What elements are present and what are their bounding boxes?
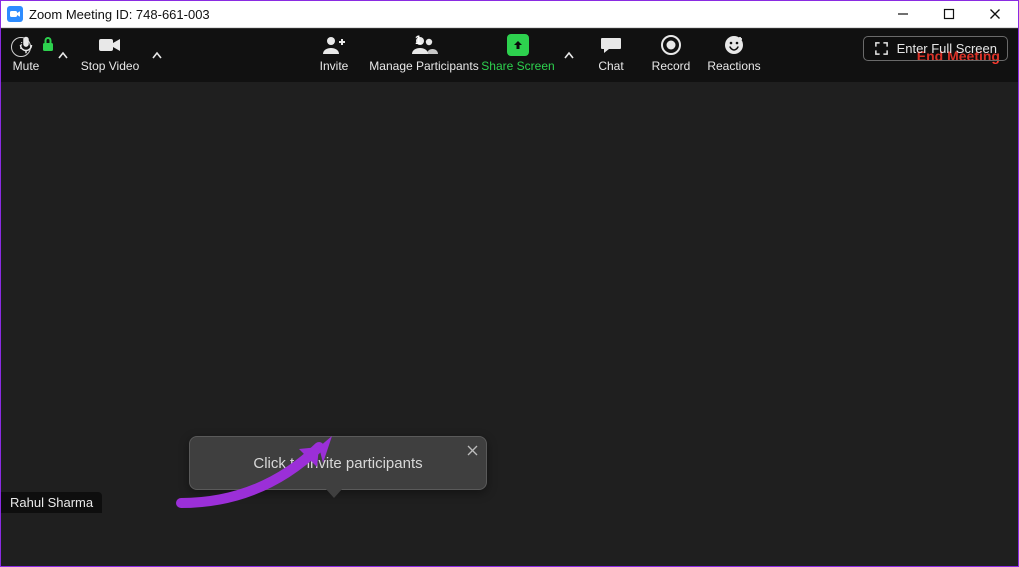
participant-name-chip: Rahul Sharma bbox=[1, 492, 102, 513]
title-bar: Zoom Meeting ID: 748-661-003 bbox=[1, 1, 1018, 28]
stop-video-button[interactable]: Stop Video bbox=[75, 29, 145, 82]
enter-full-screen-button[interactable]: Enter Full Screen bbox=[863, 36, 1008, 61]
manage-participants-button[interactable]: 1 Manage Participants bbox=[369, 29, 479, 82]
close-button[interactable] bbox=[972, 1, 1018, 27]
window-controls bbox=[880, 1, 1018, 27]
share-screen-label: Share Screen bbox=[481, 59, 554, 73]
tooltip-tail bbox=[325, 488, 343, 498]
fullscreen-icon bbox=[874, 41, 889, 56]
reactions-label: Reactions bbox=[707, 59, 760, 73]
participants-icon bbox=[409, 34, 439, 56]
video-options-chevron[interactable] bbox=[145, 29, 169, 82]
invite-button[interactable]: Invite bbox=[299, 29, 369, 82]
record-button[interactable]: Record bbox=[641, 29, 701, 82]
reactions-button[interactable]: Reactions bbox=[701, 29, 767, 82]
manage-participants-label: Manage Participants bbox=[369, 59, 478, 73]
microphone-icon bbox=[15, 34, 37, 56]
maximize-button[interactable] bbox=[926, 1, 972, 27]
participant-name: Rahul Sharma bbox=[10, 495, 93, 510]
chat-icon bbox=[599, 34, 623, 56]
video-camera-icon bbox=[97, 34, 123, 56]
participant-count-badge: 1 bbox=[415, 33, 422, 47]
record-icon bbox=[660, 34, 682, 56]
tooltip-text: Click to invite participants bbox=[253, 455, 422, 472]
chat-label: Chat bbox=[598, 59, 623, 73]
chat-button[interactable]: Chat bbox=[581, 29, 641, 82]
stop-video-label: Stop Video bbox=[81, 59, 140, 73]
invite-label: Invite bbox=[320, 59, 349, 73]
meeting-area: i Enter Full Screen Click to invite part… bbox=[1, 28, 1018, 566]
close-icon[interactable] bbox=[467, 443, 478, 460]
window-title: Zoom Meeting ID: 748-661-003 bbox=[29, 7, 880, 22]
zoom-app-icon bbox=[7, 6, 23, 22]
invite-icon bbox=[321, 34, 347, 56]
record-label: Record bbox=[652, 59, 691, 73]
reactions-icon bbox=[723, 34, 745, 56]
invite-tooltip: Click to invite participants bbox=[189, 436, 487, 490]
full-screen-label: Enter Full Screen bbox=[897, 41, 997, 56]
share-screen-icon bbox=[507, 34, 529, 56]
share-screen-button[interactable]: Share Screen bbox=[479, 29, 557, 82]
app-window: { "title": "Zoom Meeting ID: 748-661-003… bbox=[0, 0, 1019, 567]
mute-button[interactable]: Mute bbox=[1, 29, 51, 82]
mute-label: Mute bbox=[13, 59, 40, 73]
share-options-chevron[interactable] bbox=[557, 29, 581, 82]
minimize-button[interactable] bbox=[880, 1, 926, 27]
